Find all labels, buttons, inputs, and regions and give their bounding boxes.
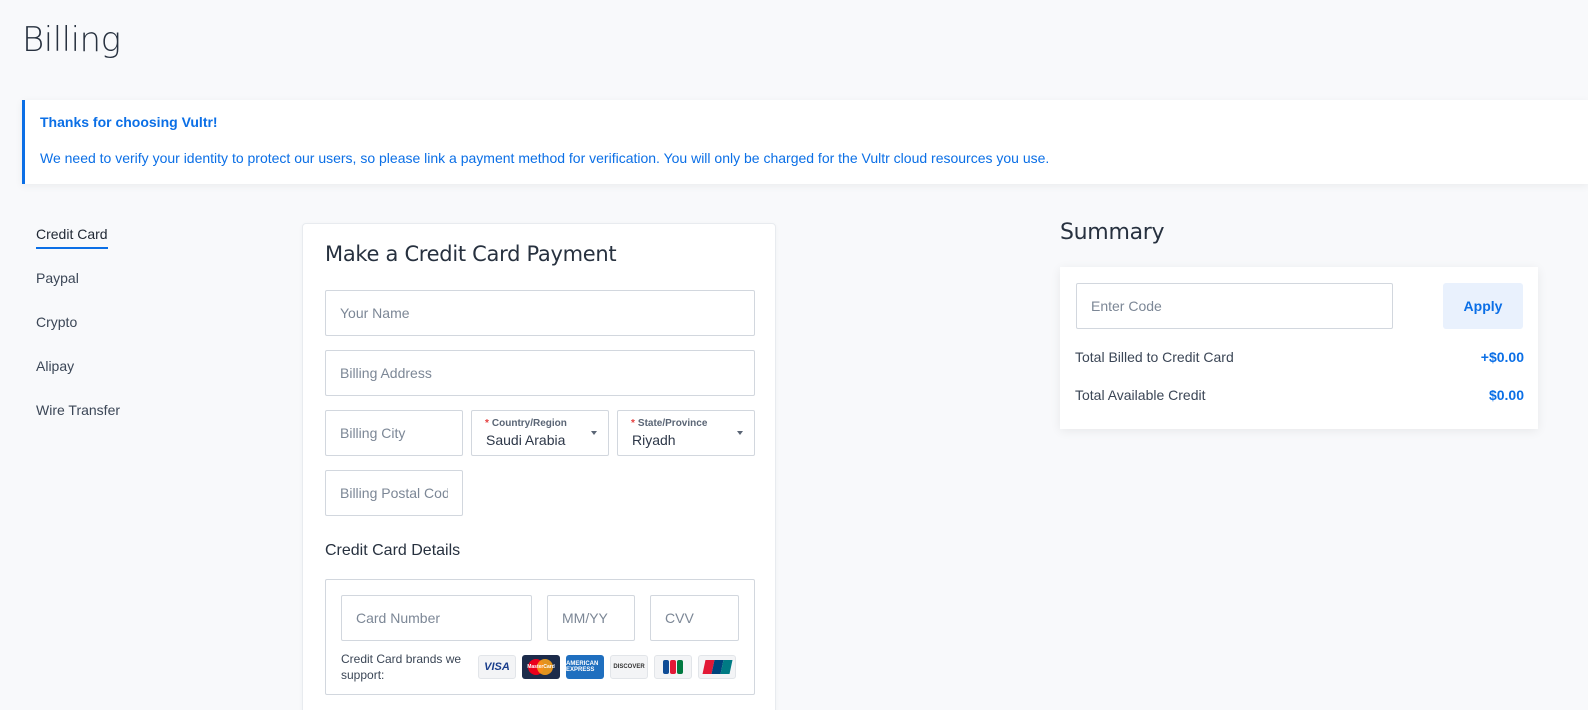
state-label-text: State/Province	[637, 418, 708, 429]
visa-icon: VISA	[478, 655, 516, 679]
promo-code-input[interactable]	[1077, 284, 1392, 328]
caret-down-icon	[737, 431, 743, 435]
page-title: Billing	[22, 20, 121, 60]
supported-brands-text: Credit Card brands we support:	[341, 652, 462, 682]
amex-icon: AMERICAN EXPRESS	[566, 655, 604, 679]
nav-item-label: Crypto	[36, 314, 78, 330]
country-select[interactable]: * Country/Region Saudi Arabia	[471, 410, 609, 456]
name-field	[325, 290, 755, 336]
required-marker: *	[485, 418, 489, 429]
city-field	[325, 410, 463, 456]
discover-icon: DISCOVER	[610, 655, 648, 679]
state-label: * State/Province	[631, 418, 707, 429]
state-select[interactable]: * State/Province Riyadh	[617, 410, 755, 456]
card-number-field	[341, 595, 532, 641]
available-credit-amount: $0.00	[1488, 387, 1524, 403]
card-details-box: Credit Card brands we support: VISA Mast…	[325, 579, 755, 695]
card-number-input[interactable]	[342, 596, 531, 640]
notice-body: We need to verify your identity to prote…	[40, 150, 1050, 166]
credit-card-payment-form: Make a Credit Card Payment *Country/Regi…	[302, 223, 776, 710]
nav-item-credit-card[interactable]: Credit Card	[36, 226, 120, 249]
total-billed-row: Total Billed to Credit Card +$0.00	[1075, 349, 1524, 365]
unionpay-icon	[698, 655, 736, 679]
country-label-text: Country/Region	[491, 418, 567, 429]
address-field	[325, 350, 755, 396]
apply-button[interactable]: Apply	[1443, 283, 1523, 329]
nav-item-label: Credit Card	[36, 226, 108, 249]
mastercard-logo-text: MasterCard	[527, 664, 555, 670]
payment-form-title: Make a Credit Card Payment	[325, 242, 617, 266]
postal-code-input[interactable]	[326, 471, 462, 515]
verification-notice: Thanks for choosing Vultr! We need to ve…	[22, 100, 1588, 184]
total-billed-amount: +$0.00	[1480, 349, 1524, 365]
nav-item-crypto[interactable]: Crypto	[36, 314, 120, 331]
country-value: Saudi Arabia	[486, 432, 566, 448]
expiry-input[interactable]	[548, 596, 634, 640]
cvv-input[interactable]	[651, 596, 738, 640]
nav-item-wire-transfer[interactable]: Wire Transfer	[36, 402, 120, 419]
summary-title: Summary	[1060, 220, 1165, 245]
available-credit-label: Total Available Credit	[1075, 387, 1206, 403]
country-label: * Country/Region	[485, 418, 567, 429]
name-input[interactable]	[326, 291, 754, 335]
available-credit-row: Total Available Credit $0.00	[1075, 387, 1524, 403]
caret-down-icon	[591, 431, 597, 435]
nav-item-label: Wire Transfer	[36, 402, 121, 418]
postal-code-field	[325, 470, 463, 516]
card-brand-logos: VISA MasterCard AMERICAN EXPRESS DISCOVE…	[478, 655, 736, 679]
notice-title: Thanks for choosing Vultr!	[40, 114, 218, 130]
address-input[interactable]	[326, 351, 754, 395]
nav-item-label: Paypal	[36, 270, 79, 286]
summary-panel: Apply Total Billed to Credit Card +$0.00…	[1060, 267, 1538, 429]
nav-item-alipay[interactable]: Alipay	[36, 358, 120, 375]
state-value: Riyadh	[632, 432, 676, 448]
nav-item-label: Alipay	[36, 358, 75, 374]
total-billed-label: Total Billed to Credit Card	[1075, 349, 1234, 365]
payment-method-nav: Credit Card Paypal Crypto Alipay Wire Tr…	[36, 226, 120, 446]
card-details-heading: Credit Card Details	[325, 542, 461, 559]
nav-item-paypal[interactable]: Paypal	[36, 270, 120, 287]
mastercard-icon: MasterCard	[522, 655, 560, 679]
jcb-icon	[654, 655, 692, 679]
cvv-field	[650, 595, 739, 641]
expiry-field	[547, 595, 635, 641]
promo-code-field	[1076, 283, 1393, 329]
city-input[interactable]	[326, 411, 462, 455]
required-marker: *	[631, 418, 635, 429]
